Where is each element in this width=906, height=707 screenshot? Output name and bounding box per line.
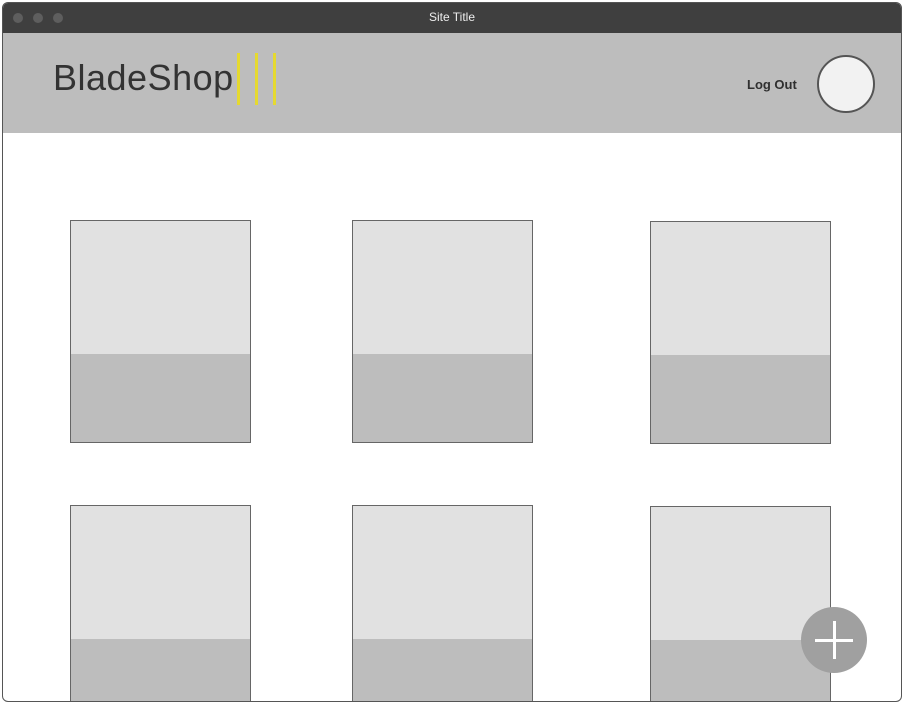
product-image-placeholder [353, 506, 532, 639]
product-card[interactable] [650, 221, 831, 444]
product-info-placeholder [353, 354, 532, 442]
product-card[interactable] [352, 505, 533, 701]
product-info-placeholder [71, 639, 250, 701]
product-info-placeholder [353, 639, 532, 701]
title-bar: Site Title [3, 3, 901, 33]
product-card[interactable] [70, 505, 251, 701]
user-avatar-icon[interactable] [817, 55, 875, 113]
menu-bar [255, 53, 258, 105]
menu-bar [273, 53, 276, 105]
product-card[interactable] [352, 220, 533, 443]
site-header: BladeShop Log Out [3, 33, 901, 133]
browser-window: Site Title BladeShop Log Out [2, 2, 902, 702]
product-image-placeholder [353, 221, 532, 354]
product-image-placeholder [651, 222, 830, 355]
window-title: Site Title [428, 10, 476, 24]
menu-bar [237, 53, 240, 105]
product-info-placeholder [651, 355, 830, 443]
site-logo[interactable]: BladeShop [53, 57, 234, 99]
hamburger-menu-icon[interactable] [235, 53, 279, 105]
product-image-placeholder [71, 221, 250, 354]
product-image-placeholder [651, 507, 830, 640]
product-info-placeholder [71, 354, 250, 442]
plus-icon [833, 621, 836, 659]
add-item-button[interactable] [801, 607, 867, 673]
product-card[interactable] [650, 506, 831, 701]
product-card[interactable] [70, 220, 251, 443]
product-image-placeholder [71, 506, 250, 639]
log-out-link[interactable]: Log Out [747, 77, 797, 92]
